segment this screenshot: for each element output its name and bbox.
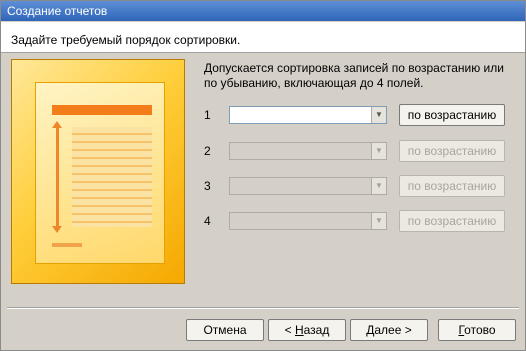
report-illustration [11, 59, 185, 284]
chevron-down-icon[interactable]: ▼ [371, 143, 386, 159]
sort-row-number: 4 [204, 214, 211, 228]
back-rest: азад [303, 323, 330, 337]
report-wizard-dialog: Создание отчетов Задайте требуемый поряд… [0, 0, 526, 351]
back-accel: Н [294, 323, 304, 337]
cancel-button[interactable]: Отмена [186, 319, 264, 341]
sort-arrow-icon [52, 121, 62, 233]
chevron-down-icon[interactable]: ▼ [371, 213, 386, 229]
window-title: Создание отчетов [7, 4, 108, 18]
sort-order-button-4[interactable]: по возрастанию [399, 210, 505, 232]
next-button[interactable]: Далее > [350, 319, 428, 341]
sort-row-number: 1 [204, 108, 211, 122]
title-bar: Создание отчетов [1, 1, 525, 21]
sort-order-button-3[interactable]: по возрастанию [399, 175, 505, 197]
report-title-bar-graphic [52, 105, 152, 115]
chevron-down-icon[interactable]: ▼ [371, 178, 386, 194]
footer-line-graphic [52, 243, 82, 247]
wizard-header: Задайте требуемый порядок сортировки. [1, 22, 525, 53]
sort-row-number: 3 [204, 179, 211, 193]
sort-order-button-1[interactable]: по возрастанию [399, 104, 505, 126]
next-rest: алее > [374, 323, 412, 337]
sort-field-combo-3[interactable]: ▼ [229, 177, 387, 195]
sort-description: Допускается сортировка записей по возрас… [204, 61, 504, 90]
footer-divider [7, 307, 519, 309]
sort-row-number: 2 [204, 144, 211, 158]
sort-field-combo-1[interactable]: ▼ [229, 106, 387, 124]
report-page-graphic [35, 82, 165, 264]
cancel-label: Отмена [203, 323, 247, 337]
finish-rest: отово [464, 323, 496, 337]
report-rows-graphic [72, 127, 152, 227]
sort-field-combo-2[interactable]: ▼ [229, 142, 387, 160]
back-prefix: < [284, 323, 295, 337]
finish-button[interactable]: Готово [438, 319, 516, 341]
back-button[interactable]: < Назад [268, 319, 346, 341]
header-prompt: Задайте требуемый порядок сортировки. [11, 33, 241, 47]
sort-order-button-2[interactable]: по возрастанию [399, 140, 505, 162]
sort-field-combo-4[interactable]: ▼ [229, 212, 387, 230]
chevron-down-icon[interactable]: ▼ [371, 107, 386, 123]
